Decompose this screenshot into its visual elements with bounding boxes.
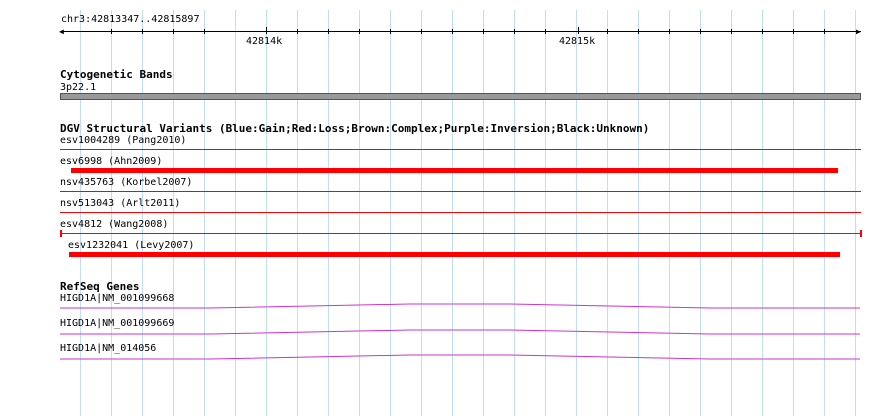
gene-model[interactable] [60,354,860,360]
genome-browser-view: chr3:42813347..42815897 ◀ ▶ 42814k 42815… [0,0,890,416]
gene-model[interactable] [60,303,860,309]
gene-model[interactable] [60,329,860,335]
gene-models [60,303,860,360]
